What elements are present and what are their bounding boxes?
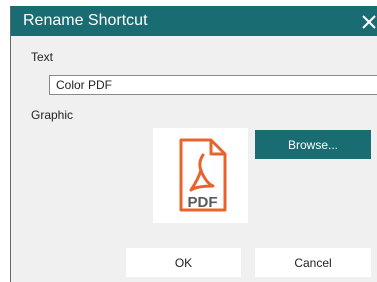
dialog-body: Text Graphic PDF Browse... OK Cancel <box>11 36 377 282</box>
pdf-file-icon: PDF <box>179 138 227 212</box>
pdf-icon-text: PDF <box>188 194 218 211</box>
rename-shortcut-dialog: Rename Shortcut Text Graphic PDF Browse.… <box>10 6 377 282</box>
graphic-label: Graphic <box>31 108 74 122</box>
ok-button[interactable]: OK <box>126 248 241 277</box>
close-button[interactable] <box>356 9 377 33</box>
graphic-preview: PDF <box>153 128 248 223</box>
text-input[interactable] <box>49 75 377 95</box>
dialog-title: Rename Shortcut <box>23 12 148 29</box>
cancel-button[interactable]: Cancel <box>255 248 371 277</box>
browse-button[interactable]: Browse... <box>255 130 371 159</box>
close-icon <box>362 15 376 29</box>
title-bar: Rename Shortcut <box>11 6 377 36</box>
text-label: Text <box>31 50 54 64</box>
